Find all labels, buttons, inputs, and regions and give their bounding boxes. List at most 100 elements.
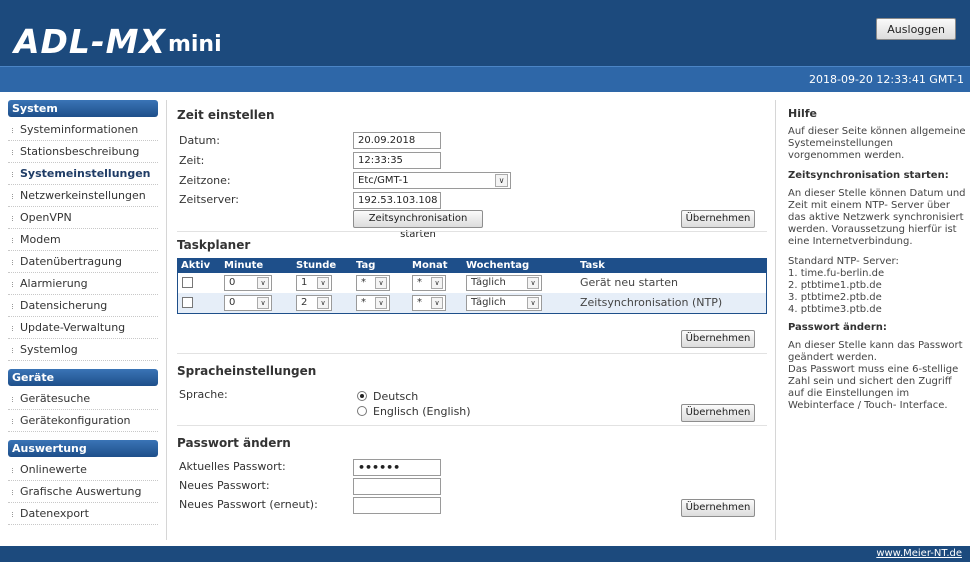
timeserver-field[interactable]: 192.53.103.108 — [353, 192, 441, 209]
chevron-down-icon: ∨ — [527, 297, 539, 309]
sidebar-item-geraetesuche[interactable]: Gerätesuche — [8, 388, 158, 410]
timezone-select[interactable]: Etc/GMT-1 ∨ — [353, 172, 511, 189]
sidebar-item-stationsbeschreibung[interactable]: Stationsbeschreibung — [8, 141, 158, 163]
sidebar-item-update-verwaltung[interactable]: Update-Verwaltung — [8, 317, 158, 339]
task-name: Zeitsynchronisation (NTP) — [580, 296, 723, 309]
help-title: Hilfe — [788, 107, 817, 120]
nav-group-title[interactable]: System — [8, 100, 158, 117]
current-datetime: 2018-09-20 12:33:41 GMT-1 — [808, 73, 964, 86]
column-header-stunde: Stunde — [296, 260, 337, 271]
day-select[interactable]: * ∨ — [356, 295, 390, 311]
weekday-value: Täglich — [471, 297, 506, 308]
sidebar-item-alarmierung[interactable]: Alarmierung — [8, 273, 158, 295]
password-section: Passwort ändern Aktuelles Passwort: ••••… — [177, 432, 767, 532]
time-apply-button[interactable]: Übernehmen — [681, 210, 755, 228]
radio-deutsch[interactable] — [357, 391, 367, 401]
sync-start-button[interactable]: Zeitsynchronisation starten — [353, 210, 483, 240]
language-apply-button[interactable]: Übernehmen — [681, 404, 755, 422]
nav-group-title[interactable]: Geräte — [8, 369, 158, 386]
table-row: 0 ∨ 1 ∨ * ∨ * ∨ Täglich ∨ Gerät neu starten — [178, 273, 766, 293]
logout-button[interactable]: Ausloggen — [876, 18, 956, 40]
new-password-field[interactable] — [353, 478, 441, 495]
column-header-monat: Monat — [412, 260, 448, 271]
radio-deutsch-label: Deutsch — [373, 390, 419, 403]
help-password-title: Passwort ändern: — [788, 322, 887, 333]
section-title: Taskplaner — [177, 238, 251, 252]
date-field[interactable]: 20.09.2018 — [353, 132, 441, 149]
radio-englisch[interactable] — [357, 406, 367, 416]
sidebar-item-openvpn[interactable]: OpenVPN — [8, 207, 158, 229]
column-header-aktiv: Aktiv — [181, 260, 211, 271]
aktiv-checkbox[interactable] — [182, 297, 193, 308]
month-select[interactable]: * ∨ — [412, 275, 446, 291]
sidebar-item-datenexport[interactable]: Datenexport — [8, 503, 158, 525]
month-value: * — [417, 277, 422, 288]
table-row: 0 ∨ 2 ∨ * ∨ * ∨ Täglich ∨ Zeitsynchronisation… — [178, 293, 766, 313]
chevron-down-icon: ∨ — [375, 277, 387, 289]
month-value: * — [417, 297, 422, 308]
chevron-down-icon: ∨ — [431, 277, 443, 289]
timezone-value: Etc/GMT-1 — [358, 175, 409, 186]
hour-select[interactable]: 2 ∨ — [296, 295, 332, 311]
aktiv-checkbox[interactable] — [182, 277, 193, 288]
footer-link[interactable]: www.Meier-NT.de — [876, 548, 962, 559]
nav-group-auswertung: Auswertung Onlinewerte Grafische Auswert… — [8, 440, 158, 525]
chevron-down-icon: ∨ — [527, 277, 539, 289]
sidebar-item-systemlog[interactable]: Systemlog — [8, 339, 158, 361]
chevron-down-icon: ∨ — [431, 297, 443, 309]
sidebar-item-systemeinstellungen[interactable]: Systemeinstellungen — [8, 163, 158, 185]
help-ntp-heading: Standard NTP- Server: — [788, 256, 899, 267]
weekday-select[interactable]: Täglich ∨ — [466, 295, 542, 311]
help-ntp-server: 2. ptbtime1.ptb.de — [788, 280, 882, 291]
hour-value: 1 — [301, 277, 308, 288]
minute-value: 0 — [229, 277, 236, 288]
hour-value: 2 — [301, 297, 308, 308]
divider — [177, 425, 767, 426]
task-apply-button[interactable]: Übernehmen — [681, 330, 755, 348]
task-name: Gerät neu starten — [580, 276, 678, 289]
column-header-tag: Tag — [356, 260, 376, 271]
chevron-down-icon: ∨ — [317, 297, 329, 309]
language-section: Spracheinstellungen Sprache: Deutsch Eng… — [177, 360, 767, 424]
divider — [177, 231, 767, 232]
sidebar-item-datenuebertragung[interactable]: Datenübertragung — [8, 251, 158, 273]
help-ntp-server: 1. time.fu-berlin.de — [788, 268, 885, 279]
repeat-password-label: Neues Passwort (erneut): — [179, 498, 318, 511]
section-title: Zeit einstellen — [177, 108, 275, 122]
current-password-label: Aktuelles Passwort: — [179, 460, 286, 473]
month-select[interactable]: * ∨ — [412, 295, 446, 311]
sidebar-item-grafische-auswertung[interactable]: Grafische Auswertung — [8, 481, 158, 503]
sidebar-item-datensicherung[interactable]: Datensicherung — [8, 295, 158, 317]
task-table: Aktiv Minute Stunde Tag Monat Wochentag … — [177, 258, 767, 314]
day-select[interactable]: * ∨ — [356, 275, 390, 291]
language-label: Sprache: — [179, 388, 228, 401]
chevron-down-icon: ∨ — [495, 174, 508, 187]
chevron-down-icon: ∨ — [257, 277, 269, 289]
minute-select[interactable]: 0 ∨ — [224, 275, 272, 291]
sidebar-nav: System Systeminformationen Stationsbesch… — [8, 100, 158, 533]
minute-select[interactable]: 0 ∨ — [224, 295, 272, 311]
chevron-down-icon: ∨ — [375, 297, 387, 309]
column-header-task: Task — [580, 260, 605, 271]
chevron-down-icon: ∨ — [257, 297, 269, 309]
weekday-select[interactable]: Täglich ∨ — [466, 275, 542, 291]
sidebar-item-systeminformationen[interactable]: Systeminformationen — [8, 119, 158, 141]
time-field[interactable]: 12:33:35 — [353, 152, 441, 169]
hour-select[interactable]: 1 ∨ — [296, 275, 332, 291]
app-logo: ADL-MX mini — [14, 12, 222, 58]
sidebar-item-netzwerkeinstellungen[interactable]: Netzwerkeinstellungen — [8, 185, 158, 207]
minute-value: 0 — [229, 297, 236, 308]
time-section: Zeit einstellen Datum: 20.09.2018 Zeit: … — [177, 104, 767, 240]
sidebar-item-onlinewerte[interactable]: Onlinewerte — [8, 459, 158, 481]
repeat-password-field[interactable] — [353, 497, 441, 514]
sidebar-item-modem[interactable]: Modem — [8, 229, 158, 251]
current-password-field[interactable]: •••••• — [353, 459, 441, 476]
password-apply-button[interactable]: Übernehmen — [681, 499, 755, 517]
logo-sub-text: mini — [167, 32, 222, 57]
main-content: Zeit einstellen Datum: 20.09.2018 Zeit: … — [166, 100, 776, 540]
nav-group-system: System Systeminformationen Stationsbesch… — [8, 100, 158, 361]
help-intro: Auf dieser Seite können allgemeine Syste… — [788, 126, 966, 161]
sidebar-item-geraetekonfiguration[interactable]: Gerätekonfiguration — [8, 410, 158, 432]
nav-group-title[interactable]: Auswertung — [8, 440, 158, 457]
header-bar: ADL-MX mini Ausloggen — [0, 0, 970, 66]
